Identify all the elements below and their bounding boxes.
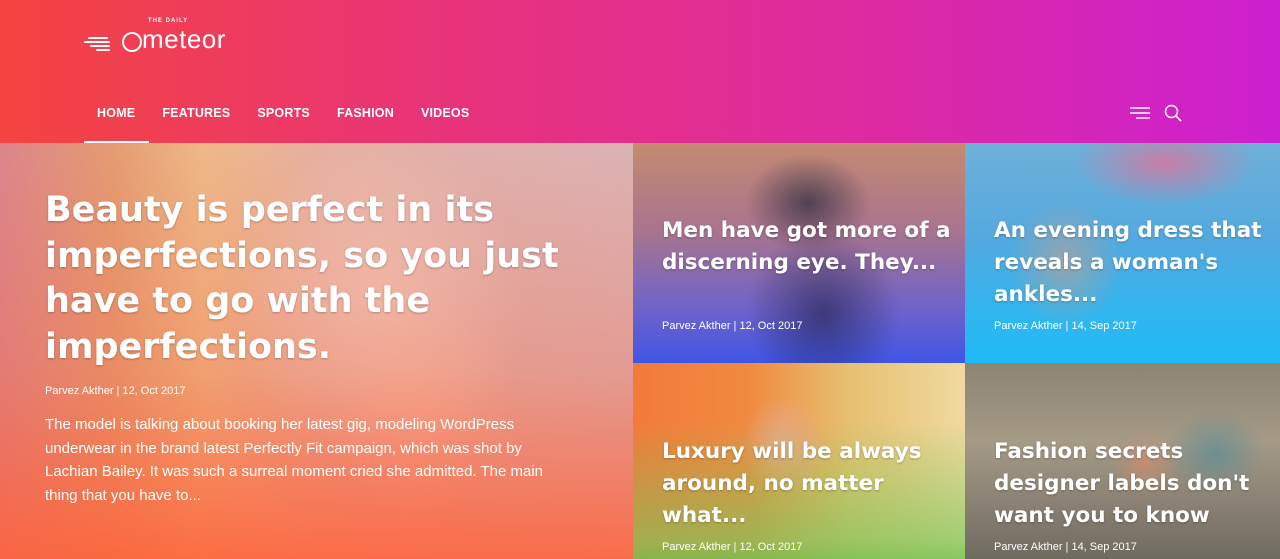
featured-article[interactable]: Beauty is perfect in its imperfections, …	[0, 143, 633, 559]
featured-excerpt: The model is talking about booking her l…	[45, 416, 544, 504]
article-byline: Parvez Akther | 12, Oct 2017	[662, 320, 803, 332]
search-icon[interactable]	[1164, 104, 1182, 127]
featured-byline: Parvez Akther | 12, Oct 2017	[45, 385, 186, 397]
article-byline: Parvez Akther | 14, Sep 2017	[994, 541, 1137, 553]
featured-grid: Beauty is perfect in its imperfections, …	[0, 143, 1280, 559]
site-header: THE DAILY meteor HOME FEATURES SPORTS FA…	[0, 0, 1280, 143]
article-card[interactable]: Luxury will be always around, no matter …	[633, 363, 965, 559]
nav-item-fashion[interactable]: FASHION	[324, 100, 408, 143]
logo[interactable]: THE DAILY meteor	[84, 18, 226, 54]
nav-item-features[interactable]: FEATURES	[149, 100, 244, 143]
article-title[interactable]: Men have got more of a discerning eye. T…	[662, 215, 952, 279]
logo-wordmark: meteor	[142, 24, 226, 54]
header-actions	[1130, 104, 1182, 127]
article-byline: Parvez Akther | 12, Oct 2017	[662, 541, 803, 553]
article-byline: Parvez Akther | 14, Sep 2017	[994, 320, 1137, 332]
nav-item-home[interactable]: HOME	[84, 100, 150, 143]
meteor-logo-icon	[84, 26, 142, 52]
menu-lines-icon[interactable]	[1130, 106, 1150, 125]
article-card[interactable]: Fashion secrets designer labels don't wa…	[965, 363, 1280, 559]
article-title[interactable]: Luxury will be always around, no matter …	[662, 436, 952, 532]
article-card[interactable]: An evening dress that reveals a woman's …	[965, 143, 1280, 363]
nav-item-sports[interactable]: SPORTS	[244, 100, 324, 143]
article-title[interactable]: An evening dress that reveals a woman's …	[994, 215, 1280, 311]
article-title[interactable]: Fashion secrets designer labels don't wa…	[994, 436, 1280, 532]
article-card[interactable]: Men have got more of a discerning eye. T…	[633, 143, 965, 363]
nav-item-videos[interactable]: VIDEOS	[408, 100, 483, 143]
featured-title[interactable]: Beauty is perfect in its imperfections, …	[45, 188, 565, 370]
main-nav: HOME FEATURES SPORTS FASHION VIDEOS	[84, 100, 483, 143]
logo-tagline: THE DAILY	[148, 18, 189, 24]
